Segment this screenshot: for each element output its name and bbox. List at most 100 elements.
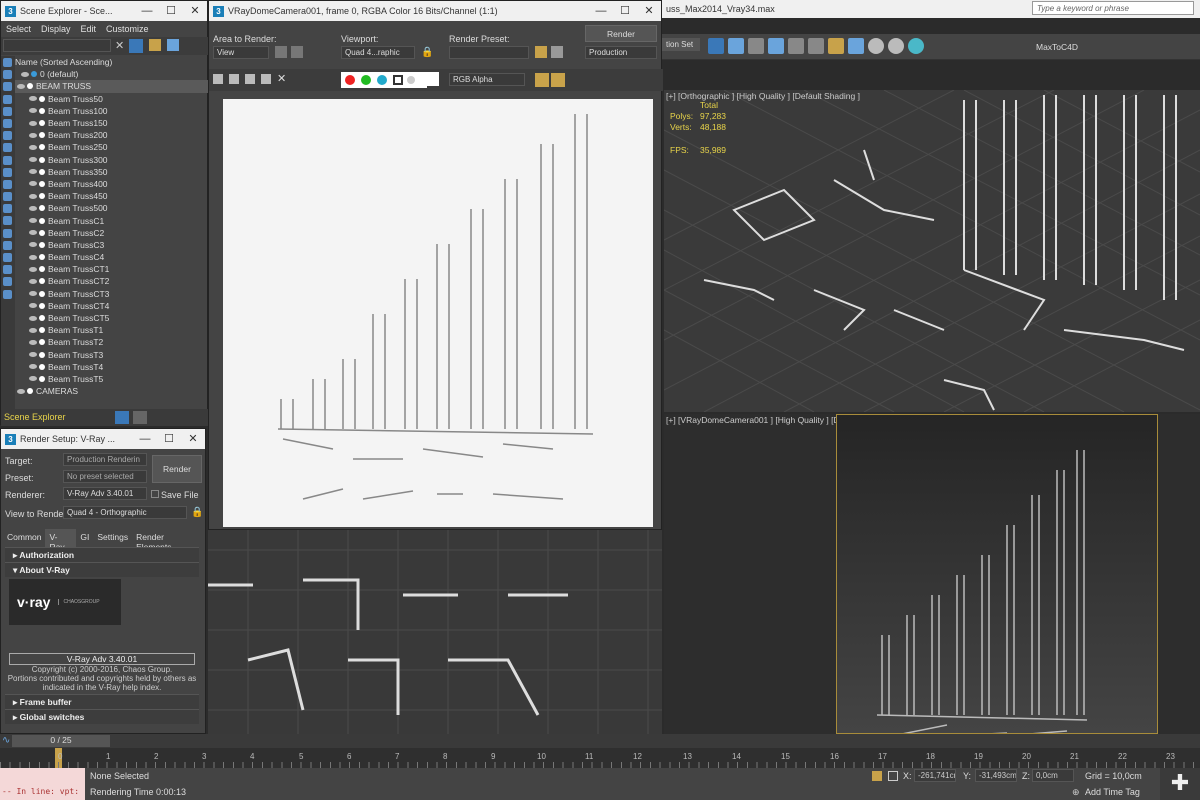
menu-select[interactable]: Select xyxy=(6,24,31,34)
menu-display[interactable]: Display xyxy=(41,24,71,34)
frame-buffer-titlebar[interactable]: 3 VRayDomeCamera001, frame 0, RGBA Color… xyxy=(209,1,661,21)
dependents-icon[interactable] xyxy=(3,277,12,287)
plugin-label[interactable]: MaxToC4D xyxy=(1036,42,1078,52)
tree-row[interactable]: Beam TrussT1 xyxy=(15,324,209,336)
minimize-icon[interactable]: — xyxy=(135,1,159,21)
tree-row[interactable]: Beam TrussT5 xyxy=(15,373,209,385)
render-iterative-icon[interactable] xyxy=(908,38,924,54)
rollout-about-vray[interactable]: ▾ About V-Ray xyxy=(5,562,199,577)
channel-dropdown[interactable]: RGB Alpha xyxy=(449,73,525,86)
scene-explorer-icon[interactable] xyxy=(728,38,744,54)
timeline-ruler[interactable]: 0 1 2 3 4 5 6 7 8 9 10 11 12 13 14 15 16… xyxy=(0,748,1200,768)
save-file-checkbox[interactable] xyxy=(151,490,159,498)
cameras-icon[interactable] xyxy=(3,106,12,116)
add-layer-icon[interactable] xyxy=(149,39,161,51)
blue-channel-icon[interactable] xyxy=(377,75,387,85)
minimize-icon[interactable]: — xyxy=(589,1,613,21)
selection-lock-icon[interactable] xyxy=(888,771,898,781)
viewport-camera[interactable]: [+] [VRayDomeCamera001 ] [High Quality ]… xyxy=(664,414,1200,734)
production-dropdown[interactable]: Production xyxy=(585,46,657,59)
tree-row[interactable]: Beam Truss250 xyxy=(15,141,209,153)
time-tag-icon[interactable]: ⊕ xyxy=(1072,787,1080,798)
rollout-frame-buffer[interactable]: ▸ Frame buffer xyxy=(5,694,199,709)
maximize-icon[interactable]: ☐ xyxy=(157,429,181,449)
nav-plus-icon[interactable]: ✚ xyxy=(1160,768,1200,800)
tree-row[interactable]: Beam Truss150 xyxy=(15,117,209,129)
tree-row-group[interactable]: CAMERAS xyxy=(15,385,209,397)
x-coordinate[interactable]: -261,741cm xyxy=(914,769,956,782)
scene-explorer-titlebar[interactable]: 3 Scene Explorer - Sce... — ☐ ✕ xyxy=(1,1,207,21)
tree-row[interactable]: Beam TrussT3 xyxy=(15,349,209,361)
bones-icon[interactable] xyxy=(3,167,12,177)
filter-input[interactable] xyxy=(3,39,111,52)
find-icon[interactable] xyxy=(3,289,12,299)
tree-row[interactable]: Beam Truss300 xyxy=(15,154,209,166)
tree-row[interactable]: Beam TrussCT4 xyxy=(15,300,209,312)
lock-icon[interactable]: 🔒 xyxy=(191,507,203,518)
teapot-active-icon[interactable] xyxy=(551,73,565,87)
tree-row-layer[interactable]: 0 (default) xyxy=(15,68,209,80)
preset-dropdown[interactable]: No preset selected xyxy=(63,470,147,483)
select-none-icon[interactable] xyxy=(3,228,12,238)
explorer-mode-icon[interactable] xyxy=(115,411,129,424)
tree-row[interactable]: Beam TrussCT5 xyxy=(15,312,209,324)
tree-row[interactable]: Beam TrussCT3 xyxy=(15,288,209,300)
groups-icon[interactable] xyxy=(3,143,12,153)
schematic-icon[interactable] xyxy=(788,38,804,54)
tree-header[interactable]: Name (Sorted Ascending) xyxy=(15,56,209,68)
clear-icon[interactable]: ✕ xyxy=(277,72,286,85)
menu-edit[interactable]: Edit xyxy=(81,24,97,34)
tree-row[interactable]: Beam Truss400 xyxy=(15,178,209,190)
render-setup-titlebar[interactable]: 3 Render Setup: V-Ray ... — ☐ ✕ xyxy=(1,429,205,449)
tree-row[interactable]: Beam TrussCT1 xyxy=(15,263,209,275)
snap-icon[interactable] xyxy=(708,38,724,54)
tree-row[interactable]: Beam TrussC3 xyxy=(15,239,209,251)
render-preset-dropdown[interactable] xyxy=(449,46,529,59)
material-editor-icon[interactable] xyxy=(808,38,824,54)
render-button[interactable]: Render xyxy=(152,455,202,483)
tree-row[interactable]: Beam TrussC4 xyxy=(15,251,209,263)
close-icon[interactable]: ✕ xyxy=(181,429,205,449)
tree-row[interactable]: Beam Truss50 xyxy=(15,93,209,105)
region-icon[interactable] xyxy=(275,46,287,58)
tree-row[interactable]: Beam Truss450 xyxy=(15,190,209,202)
viewport-orthographic[interactable]: [+] [Orthographic ] [High Quality ] [Def… xyxy=(664,90,1200,412)
maxscript-line[interactable]: -- In line: vpt: xyxy=(0,784,85,800)
lights-icon[interactable] xyxy=(3,94,12,104)
fb-render-button[interactable]: Render xyxy=(585,25,657,42)
rollout-global-switches[interactable]: ▸ Global switches xyxy=(5,709,199,724)
tree-row[interactable]: Beam Truss350 xyxy=(15,166,209,178)
layer-icon[interactable] xyxy=(748,38,764,54)
area-dropdown[interactable]: View xyxy=(213,46,269,59)
clear-filter-icon[interactable]: ✕ xyxy=(115,39,124,52)
add-time-tag[interactable]: Add Time Tag xyxy=(1085,787,1140,797)
geometry-icon[interactable] xyxy=(3,70,12,80)
z-coordinate[interactable]: 0,0cm xyxy=(1032,769,1074,782)
hidden-icon[interactable] xyxy=(3,204,12,214)
frame-counter[interactable]: 0 / 25 xyxy=(12,735,110,747)
tree-row[interactable]: Beam TrussCT2 xyxy=(15,275,209,287)
rollout-authorization[interactable]: ▸ Authorization xyxy=(5,547,199,562)
isolate-icon[interactable] xyxy=(872,771,882,781)
red-channel-icon[interactable] xyxy=(345,75,355,85)
tree-row-group[interactable]: BEAM TRUSS xyxy=(15,80,209,93)
render-setup-icon[interactable] xyxy=(828,38,844,54)
close-icon[interactable]: ✕ xyxy=(183,1,207,21)
layer-mode-icon[interactable] xyxy=(133,411,147,424)
tree-row[interactable]: Beam TrussT4 xyxy=(15,361,209,373)
copy-image-icon[interactable] xyxy=(229,74,239,84)
auto-region-icon[interactable] xyxy=(291,46,303,58)
helpers-icon[interactable] xyxy=(3,118,12,128)
render-active-icon[interactable] xyxy=(888,38,904,54)
ortho-viewport-label[interactable]: [+] [Orthographic ] [High Quality ] [Def… xyxy=(666,91,860,101)
color-swatch[interactable] xyxy=(425,72,439,86)
viewport-dropdown[interactable]: Quad 4...raphic xyxy=(341,46,415,59)
close-icon[interactable]: ✕ xyxy=(637,1,661,21)
lock-icon[interactable]: 🔒 xyxy=(421,47,433,58)
display-all-icon[interactable] xyxy=(3,58,12,67)
tree-row[interactable]: Beam Truss100 xyxy=(15,105,209,117)
layers-icon[interactable] xyxy=(167,39,179,51)
y-coordinate[interactable]: -31,493cm xyxy=(975,769,1017,782)
render-setup-icon[interactable] xyxy=(535,46,547,58)
tree-row[interactable]: Beam TrussC1 xyxy=(15,214,209,226)
